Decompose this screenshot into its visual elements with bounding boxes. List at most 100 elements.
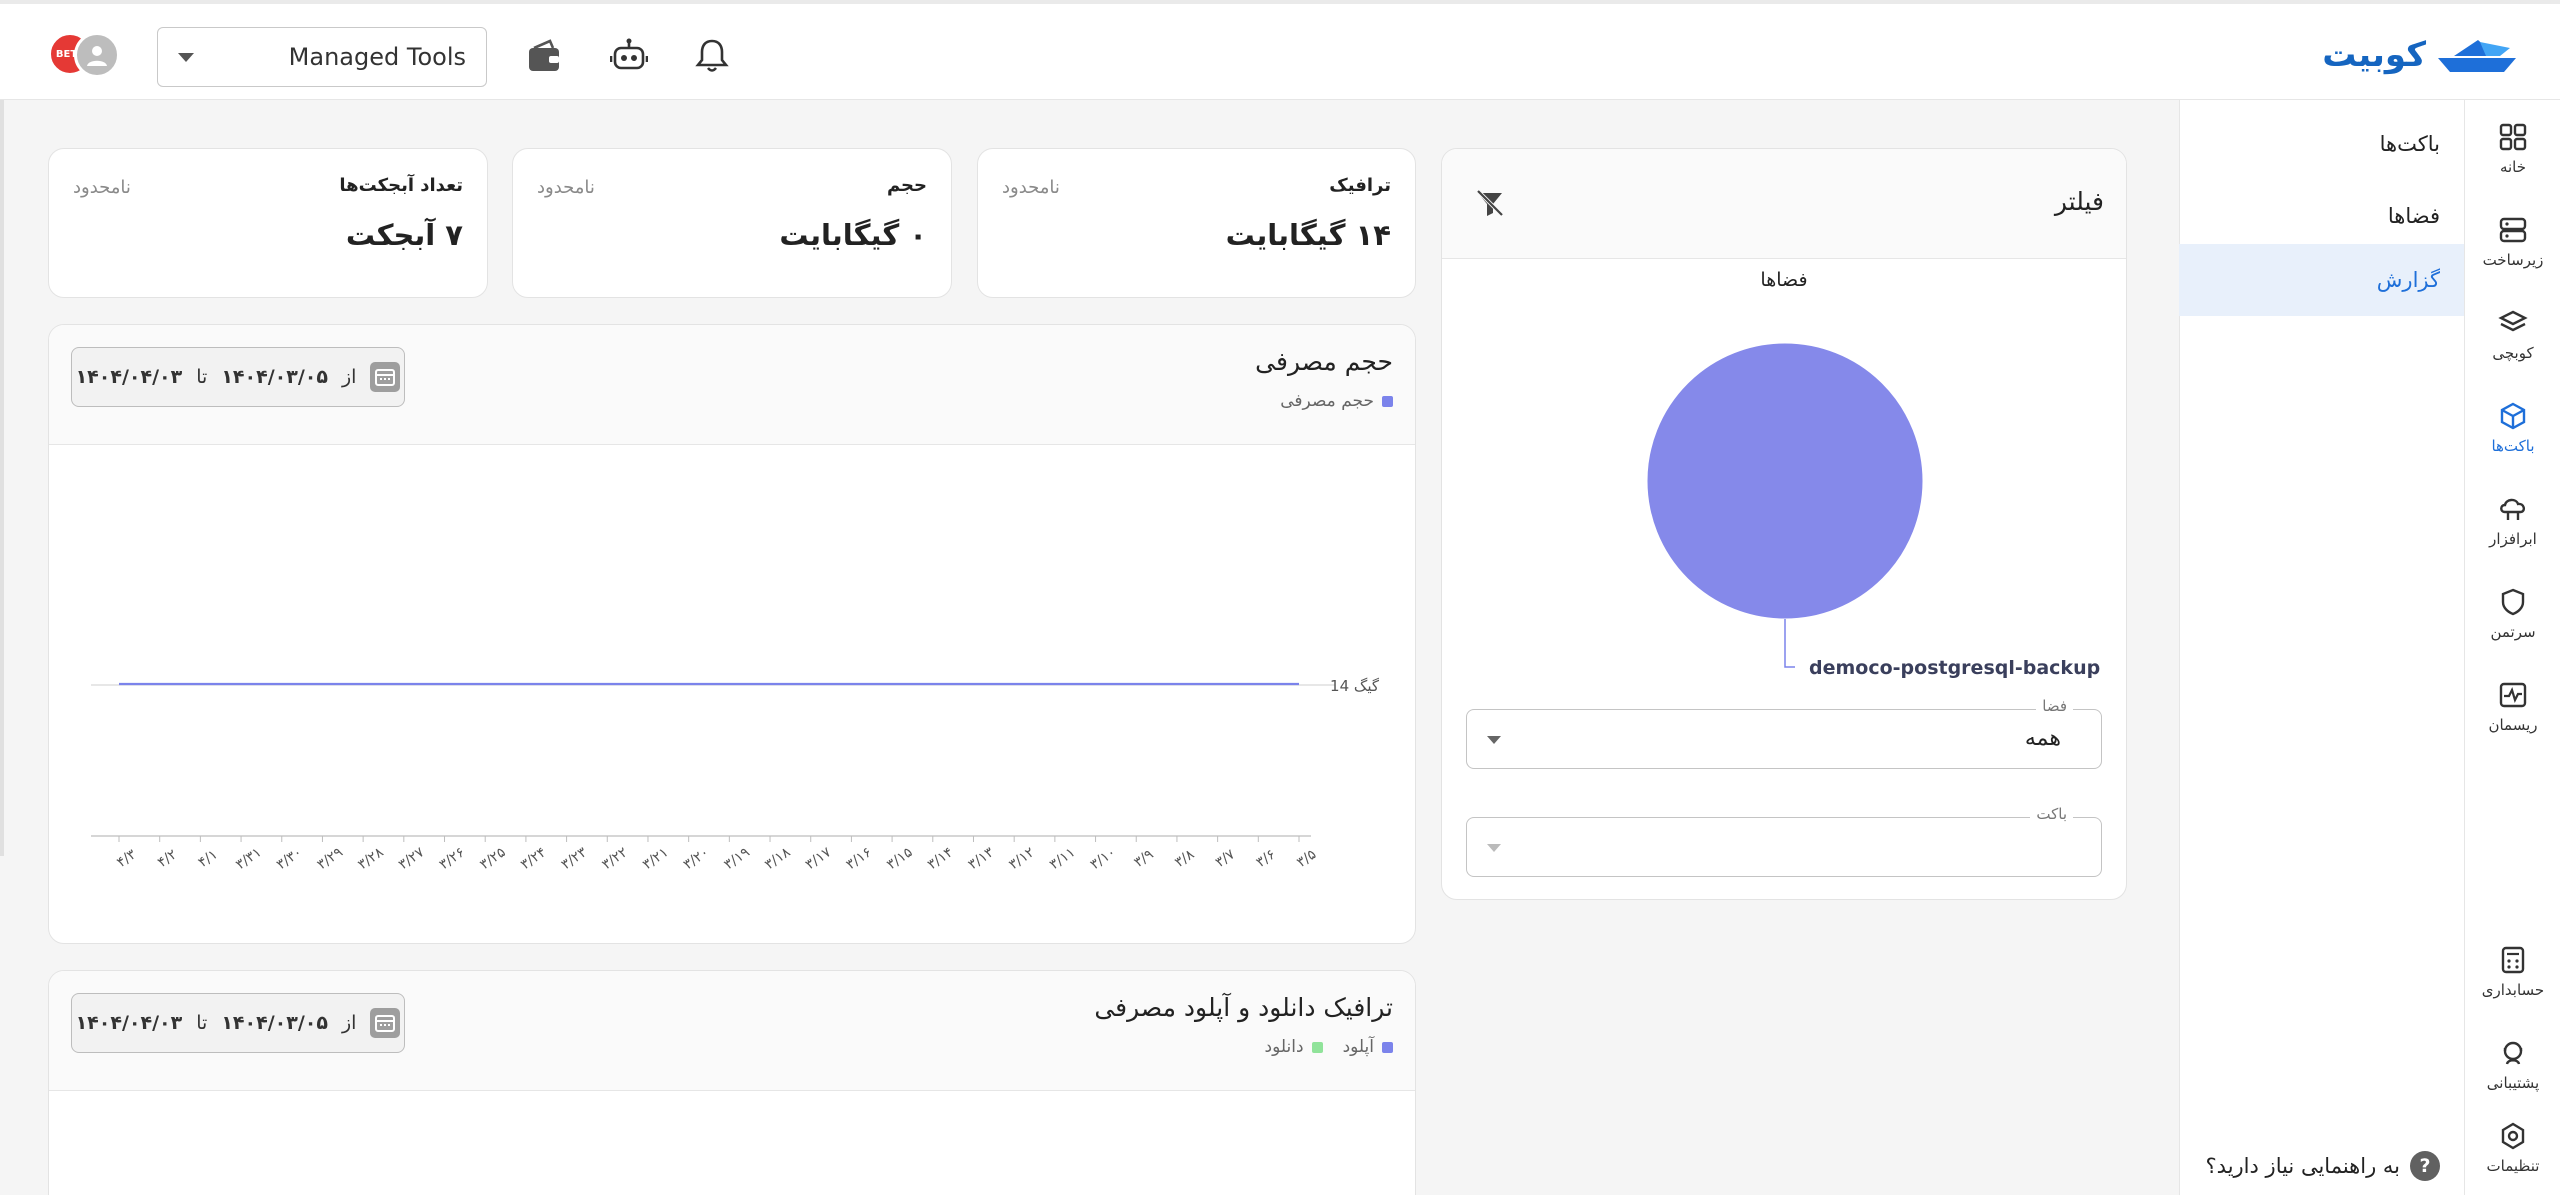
icon-rail: خانه زیرساخت کوبچی باکت‌ها ابرافزار سرتم… — [2464, 100, 2560, 1195]
stat-card-traffic: ترافیک نامحدود ۱۴ گیگابایت — [977, 148, 1416, 298]
rail-item-label: حسابداری — [2481, 981, 2545, 999]
filter-panel-header: فیلتر — [1442, 149, 2126, 259]
x-tick-label: ۳/۷ — [1213, 846, 1239, 871]
space-select-label: فضا — [2036, 697, 2073, 715]
calendar-icon — [370, 1008, 401, 1038]
user-menu[interactable]: BETA — [48, 32, 124, 78]
brand-name: کوبیت — [2322, 35, 2426, 75]
rail-item-label: ریسمان — [2488, 716, 2538, 734]
stat-title: ترافیک — [1329, 175, 1391, 196]
rail-item-buckets[interactable]: باکت‌ها — [2465, 385, 2560, 471]
submenu-item-spaces[interactable]: فضاها — [2179, 180, 2464, 252]
rail-item-support[interactable]: پشتیبانی — [2465, 1022, 2560, 1108]
content-edge — [0, 100, 4, 856]
x-tick-label: ۳/۱۷ — [803, 844, 835, 873]
bucket-select[interactable]: باکت — [1466, 805, 2102, 877]
date-to-prefix: تا — [196, 366, 208, 388]
boat-logo-icon — [2438, 40, 2516, 72]
support-icon — [2503, 1041, 2523, 1065]
legend-swatch — [1382, 395, 1393, 407]
x-tick-label: ۴/۳ — [114, 846, 140, 871]
stat-limit: نامحدود — [73, 177, 131, 198]
rail-item-label: زیرساخت — [2482, 251, 2544, 269]
rail-item-accounting[interactable]: حسابداری — [2465, 929, 2560, 1015]
x-tick-label: ۳/۳۱ — [233, 844, 265, 873]
x-tick-label: ۳/۱۳ — [965, 844, 997, 873]
x-tick-label: ۳/۱۱ — [1047, 844, 1079, 873]
shield-icon — [2501, 588, 2525, 616]
date-from-prefix: از — [341, 1012, 357, 1034]
x-tick-label: ۳/۱۰ — [1087, 844, 1119, 873]
traffic-panel: ترافیک دانلود و آپلود مصرفی آپلود دانلود… — [48, 970, 1416, 1195]
date-from: ۱۴۰۴/۰۳/۰۵ — [221, 1012, 328, 1034]
rail-item-home[interactable]: خانه — [2465, 106, 2560, 192]
calendar-icon — [370, 362, 401, 392]
stat-value: ۱۴ گیگابایت — [1225, 218, 1391, 252]
rail-item-label: تنظیمات — [2486, 1157, 2540, 1175]
space-select-value: همه — [2024, 726, 2061, 751]
notification-button[interactable] — [692, 36, 732, 76]
pie-leader-line — [1784, 619, 1795, 668]
filter-title: فیلتر — [2054, 187, 2104, 216]
x-tick-label: ۳/۲۱ — [640, 844, 672, 873]
organization-select[interactable]: Managed Tools — [157, 27, 487, 87]
cloud-app-icon — [2500, 498, 2526, 520]
user-icon — [87, 46, 107, 66]
x-tick-label: ۴/۱ — [195, 847, 220, 871]
rail-item-label: ابرافزار — [2489, 530, 2537, 548]
clear-filter-button[interactable] — [1474, 187, 1506, 223]
x-tick-label: ۳/۱۹ — [721, 844, 753, 873]
help-icon: ? — [2410, 1151, 2440, 1181]
pie-chart-title: فضاها — [1760, 269, 1808, 291]
x-tick-label: ۳/۱۲ — [1006, 844, 1038, 873]
x-tick-label: ۳/۱۵ — [884, 844, 916, 873]
submenu-item-buckets[interactable]: باکت‌ها — [2179, 108, 2464, 180]
rail-item-sartaman[interactable]: سرتمن — [2465, 571, 2560, 657]
usage-date-range-button[interactable]: از ۱۴۰۴/۰۳/۰۵ تا ۱۴۰۴/۰۴/۰۳ — [71, 347, 405, 407]
stat-limit: نامحدود — [1002, 177, 1060, 198]
x-tick-label: ۴/۲ — [155, 847, 180, 871]
y-tick-label: 14 گیگ — [1330, 677, 1380, 695]
chevron-down-icon — [178, 52, 194, 62]
server-icon — [2499, 217, 2527, 243]
x-tick-label: ۳/۲۸ — [355, 844, 387, 873]
traffic-legend: آپلود دانلود — [1265, 1037, 1393, 1057]
rail-item-label: کوبچی — [2492, 344, 2534, 362]
rail-item-risman[interactable]: ریسمان — [2465, 664, 2560, 750]
stat-limit: نامحدود — [537, 177, 595, 198]
x-tick-label: ۳/۹ — [1131, 847, 1156, 871]
usage-legend: حجم مصرفی — [1280, 391, 1393, 411]
usage-panel-title: حجم مصرفی — [1255, 347, 1393, 376]
rail-item-kubchi[interactable]: کوبچی — [2465, 292, 2560, 378]
sub-navigation: باکت‌ها فضاها گزارش ? به راهنمایی نیاز د… — [2179, 100, 2464, 1195]
x-tick-label: ۳/۱۴ — [925, 844, 957, 873]
legend-item[interactable]: دانلود — [1265, 1037, 1323, 1057]
top-header: کوبیت Managed Tools BETA — [0, 0, 2560, 100]
wallet-button[interactable] — [524, 36, 564, 76]
legend-item[interactable]: حجم مصرفی — [1280, 391, 1393, 411]
spaces-pie-chart: democo-postgresql-backup — [1646, 342, 2100, 679]
brand-logo[interactable]: کوبیت — [2322, 34, 2520, 76]
accounting-icon — [2501, 946, 2525, 974]
date-to-prefix: تا — [196, 1012, 208, 1034]
rail-item-cloud-app[interactable]: ابرافزار — [2465, 478, 2560, 564]
help-link[interactable]: ? به راهنمایی نیاز دارید؟ — [2206, 1151, 2440, 1181]
x-tick-label: ۳/۳۰ — [274, 844, 306, 873]
legend-swatch — [1311, 1041, 1323, 1053]
space-select[interactable]: فضا همه — [1466, 697, 2102, 769]
pie-slice[interactable] — [1646, 342, 1924, 620]
pulse-icon — [2499, 682, 2527, 708]
grid-icon — [2499, 123, 2527, 151]
layers-icon — [2498, 310, 2528, 332]
avatar[interactable] — [74, 32, 120, 78]
date-to: ۱۴۰۴/۰۴/۰۳ — [75, 366, 183, 388]
legend-item[interactable]: آپلود — [1343, 1037, 1393, 1057]
rail-item-settings[interactable]: تنظیمات — [2465, 1105, 2560, 1191]
chevron-down-icon — [1487, 844, 1501, 852]
traffic-panel-header: ترافیک دانلود و آپلود مصرفی آپلود دانلود… — [49, 971, 1415, 1091]
assistant-button[interactable] — [609, 36, 649, 76]
traffic-date-range-button[interactable]: از ۱۴۰۴/۰۳/۰۵ تا ۱۴۰۴/۰۴/۰۳ — [71, 993, 405, 1053]
rail-item-infrastructure[interactable]: زیرساخت — [2465, 199, 2560, 285]
chevron-down-icon — [1487, 736, 1501, 744]
submenu-item-report[interactable]: گزارش — [2179, 244, 2464, 316]
